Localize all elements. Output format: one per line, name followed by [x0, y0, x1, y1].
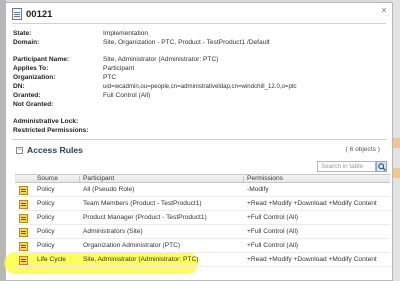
property-label: State: — [13, 30, 32, 37]
search-icon — [377, 162, 386, 171]
property-granted: Granted: Full Control (All) — [13, 92, 383, 100]
property-label: Administrative Lock: — [13, 118, 79, 125]
column-separator — [79, 176, 80, 182]
property-organization: Organization: PTC — [13, 74, 383, 82]
access-rules-table: Source Participant Permissions Policy Al… — [15, 174, 390, 267]
cell-permissions: +Full Control (All) — [247, 214, 299, 221]
policy-icon — [19, 228, 28, 237]
close-icon[interactable]: ✕ — [380, 7, 388, 15]
cell-source: Life Cycle — [37, 256, 66, 263]
background-right-accent — [392, 138, 400, 148]
section-divider — [12, 139, 386, 140]
property-domain: Domain: Site, Organization - PTC, Produc… — [13, 39, 383, 47]
property-restricted-permissions: Restricted Permissions: — [13, 127, 383, 135]
property-label: Applies To: — [13, 65, 49, 72]
property-label: Participant Name: — [13, 56, 70, 63]
property-value: Full Control (All) — [103, 92, 151, 99]
property-not-granted: Not Granted: — [13, 101, 383, 109]
property-value: Participant — [103, 65, 135, 72]
cell-source: Policy — [37, 242, 55, 249]
policy-icon — [19, 186, 28, 195]
table-header: Source Participant Permissions — [15, 174, 390, 183]
cell-permissions: +Full Control (All) — [247, 228, 299, 235]
property-value: PTC — [103, 74, 117, 81]
collapse-toggle[interactable]: − — [16, 146, 23, 154]
property-value: uid=wcadmin,ou=people,cn=administrativel… — [103, 83, 297, 90]
table-row[interactable]: Policy Administrators (Site) +Full Contr… — [15, 225, 390, 239]
access-rules-title: Access Rules — [27, 145, 83, 155]
access-rules-header: − Access Rules — [16, 145, 83, 155]
column-separator — [243, 176, 244, 182]
search-button[interactable] — [376, 161, 387, 172]
table-row[interactable]: Policy Organization Administrator (PTC) … — [15, 239, 390, 253]
policy-icon — [19, 214, 28, 223]
cell-participant: Organization Administrator (PTC) — [83, 242, 181, 249]
cell-participant: Site, Administrator (Administrator: PTC) — [83, 256, 199, 263]
document-icon — [12, 8, 22, 20]
object-count: ( 6 objects ) — [345, 146, 380, 153]
property-administrative-lock: Administrative Lock: — [13, 118, 383, 126]
cell-permissions: +Read +Modify +Download +Modify Content — [247, 200, 377, 207]
property-value: Site, Organization - PTC, Product - Test… — [103, 39, 270, 46]
popup-header: 00121 — [12, 7, 52, 21]
property-state: State: Implementation — [13, 30, 383, 38]
table-row[interactable]: Policy Team Members (Product - TestProdu… — [15, 197, 390, 211]
column-header-permissions[interactable]: Permissions — [247, 175, 283, 183]
policy-icon — [19, 242, 28, 251]
search-input[interactable]: Search in table — [317, 161, 376, 172]
cell-participant: Team Members (Product - TestProduct1) — [83, 200, 202, 207]
cell-source: Policy — [37, 228, 55, 235]
property-participant-name: Participant Name: Site, Administrator (A… — [13, 56, 383, 64]
column-header-source[interactable]: Source — [37, 175, 58, 183]
lifecycle-icon — [19, 256, 28, 265]
cell-participant: All (Pseudo Role) — [83, 186, 135, 193]
table-row-highlighted[interactable]: Life Cycle Site, Administrator (Administ… — [15, 253, 390, 267]
property-label: Restricted Permissions: — [13, 127, 89, 134]
popup-title: 00121 — [26, 8, 53, 20]
property-value: Implementation — [103, 30, 149, 37]
property-label: Domain: — [13, 39, 40, 46]
property-dn: DN: uid=wcadmin,ou=people,cn=administrat… — [13, 83, 383, 91]
property-label: DN: — [13, 83, 25, 90]
cell-participant: Product Manager (Product - TestProduct1) — [83, 214, 207, 221]
column-header-participant[interactable]: Participant — [83, 175, 114, 183]
cell-permissions: -Modify — [247, 186, 269, 193]
table-row[interactable]: Policy All (Pseudo Role) -Modify — [15, 183, 390, 197]
header-divider — [12, 23, 386, 24]
background-right-accent — [392, 168, 400, 178]
cell-participant: Administrators (Site) — [83, 228, 143, 235]
cell-source: Policy — [37, 186, 55, 193]
property-label: Not Granted: — [13, 101, 54, 108]
cell-permissions: +Full Control (All) — [247, 242, 299, 249]
cell-source: Policy — [37, 200, 55, 207]
cell-source: Policy — [37, 214, 55, 221]
property-label: Organization: — [13, 74, 56, 81]
property-label: Granted: — [13, 92, 41, 99]
property-value: Site, Administrator (Administrator: PTC) — [103, 56, 219, 63]
property-applies-to: Applies To: Participant — [13, 65, 383, 73]
policy-icon — [19, 200, 28, 209]
cell-permissions: +Read +Modify +Download +Modify Content — [247, 256, 377, 263]
info-popup: 00121 ✕ State: Implementation Domain: Si… — [4, 2, 393, 281]
table-row[interactable]: Policy Product Manager (Product - TestPr… — [15, 211, 390, 225]
